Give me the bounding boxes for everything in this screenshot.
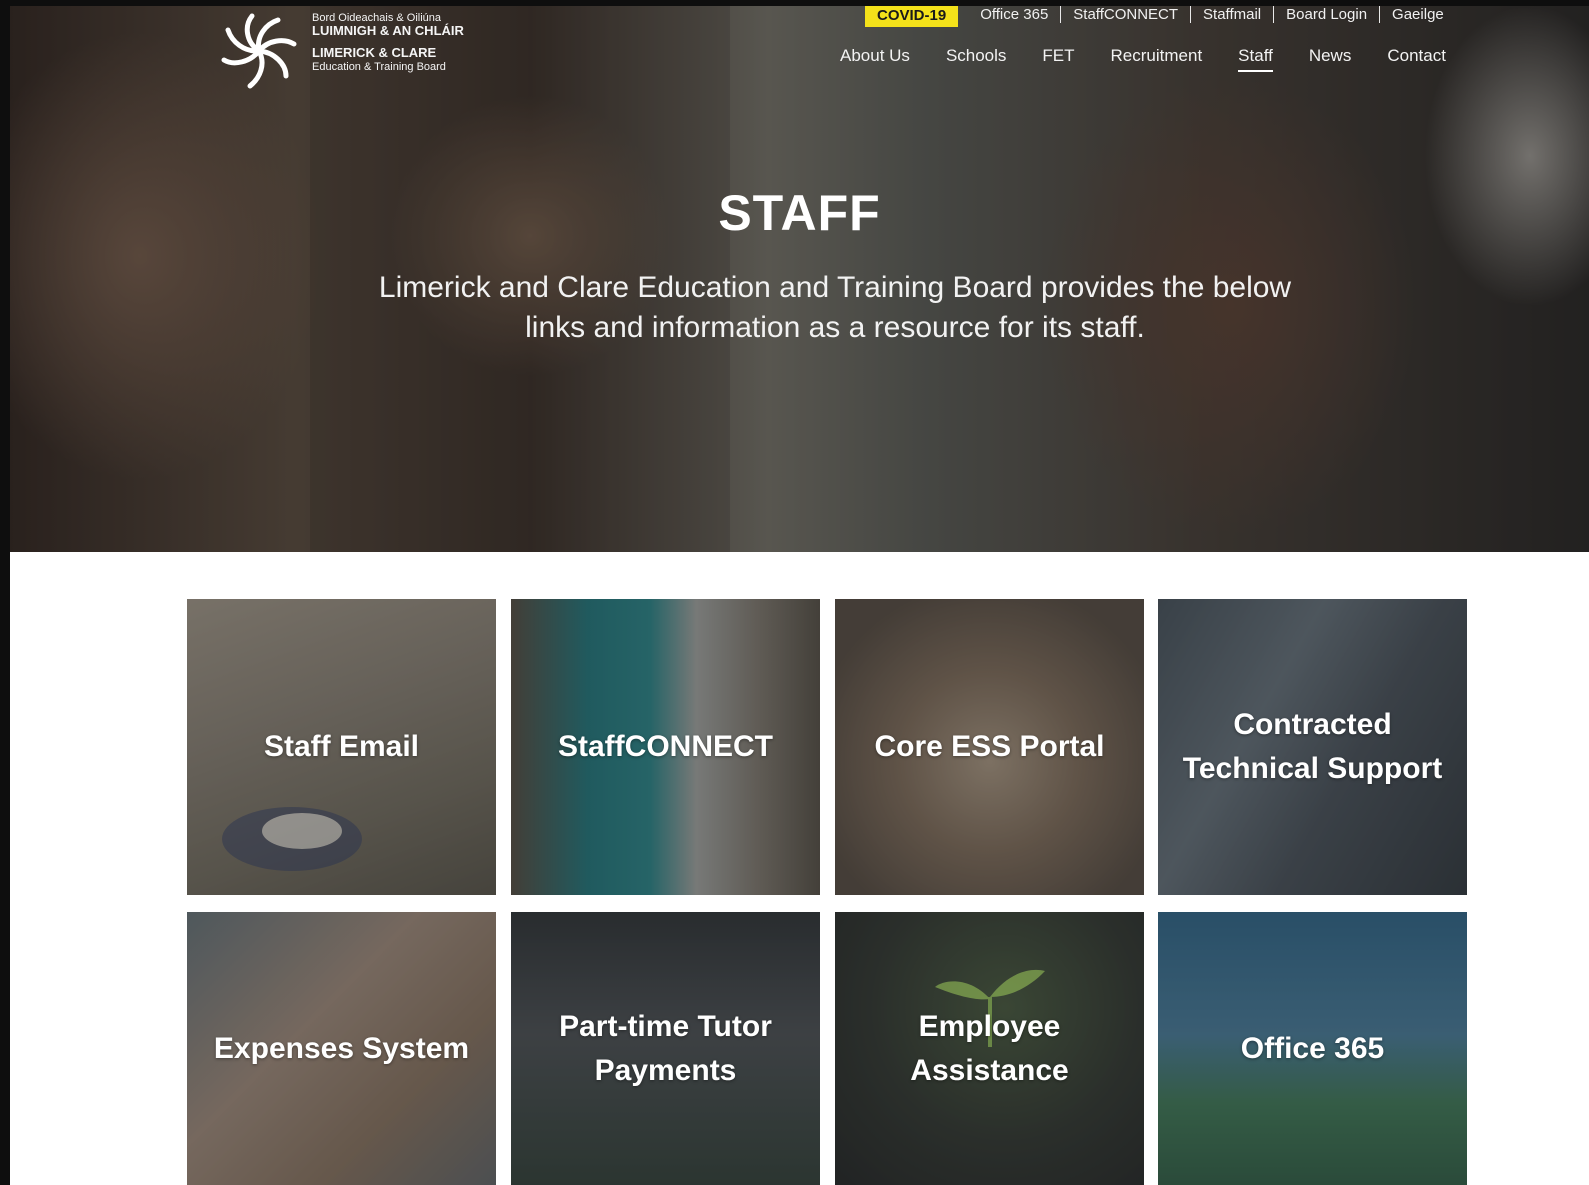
nav-recruitment[interactable]: Recruitment (1111, 46, 1203, 72)
tile-staff-email[interactable]: Staff Email (187, 599, 496, 895)
top-link-staffmail[interactable]: Staffmail (1190, 6, 1273, 23)
logo-line-irish-bold: LUIMNIGH & AN CHLÁIR (312, 23, 464, 39)
tile-label: StaffCONNECT (558, 730, 773, 763)
tile-office-365[interactable]: Office 365 (1158, 912, 1467, 1185)
mouse-icon (222, 807, 362, 871)
nav-fet[interactable]: FET (1042, 46, 1074, 72)
logo-line-english-small: Education & Training Board (312, 60, 446, 73)
tile-employee-assistance[interactable]: Employee Assistance (835, 912, 1144, 1185)
utility-bar: COVID-19 Office 365 StaffCONNECT Staffma… (865, 6, 1456, 30)
tile-label: Office 365 (1240, 1031, 1385, 1065)
main-nav: About Us Schools FET Recruitment Staff N… (840, 46, 1446, 72)
tile-expenses-system[interactable]: Expenses System (187, 912, 496, 1185)
tile-label: Core ESS Portal (874, 730, 1105, 763)
top-link-staffconnect[interactable]: StaffCONNECT (1060, 6, 1190, 23)
nav-about-us[interactable]: About Us (840, 46, 910, 72)
tile-label: Employee Assistance (910, 1009, 1069, 1087)
top-link-board-login[interactable]: Board Login (1273, 6, 1379, 23)
nav-news[interactable]: News (1309, 46, 1352, 72)
tile-contracted-technical-support[interactable]: Contracted Technical Support (1158, 599, 1467, 895)
nav-schools[interactable]: Schools (946, 46, 1006, 72)
page-title: STAFF (718, 185, 881, 241)
tile-label: Staff Email (263, 730, 420, 763)
nav-contact[interactable]: Contact (1387, 46, 1446, 72)
tile-core-ess-portal[interactable]: Core ESS Portal (835, 599, 1144, 895)
nav-staff[interactable]: Staff (1238, 46, 1273, 72)
tile-part-time-tutor-payments[interactable]: Part-time Tutor Payments (511, 912, 820, 1185)
top-link-office365[interactable]: Office 365 (968, 6, 1060, 23)
logo-wordmark: Bord Oideachais & Oiliúna LUIMNIGH & AN … (312, 12, 464, 73)
tile-label: Part-time Tutor Payments (559, 1009, 772, 1087)
site-logo[interactable]: Bord Oideachais & Oiliúna LUIMNIGH & AN … (216, 12, 464, 90)
top-link-gaeilge[interactable]: Gaeilge (1379, 6, 1456, 23)
logo-line-english-bold: LIMERICK & CLARE (312, 45, 437, 61)
swirl-logo-icon (221, 13, 297, 89)
tile-staffconnect[interactable]: StaffCONNECT (511, 599, 820, 895)
page-intro: Limerick and Clare Education and Trainin… (378, 271, 1292, 344)
covid-link[interactable]: COVID-19 (865, 6, 959, 27)
tile-label: Expenses System (213, 1031, 470, 1065)
tile-label: Contracted Technical Support (1182, 708, 1443, 785)
hero-banner: COVID-19 Office 365 StaffCONNECT Staffma… (10, 6, 1589, 552)
